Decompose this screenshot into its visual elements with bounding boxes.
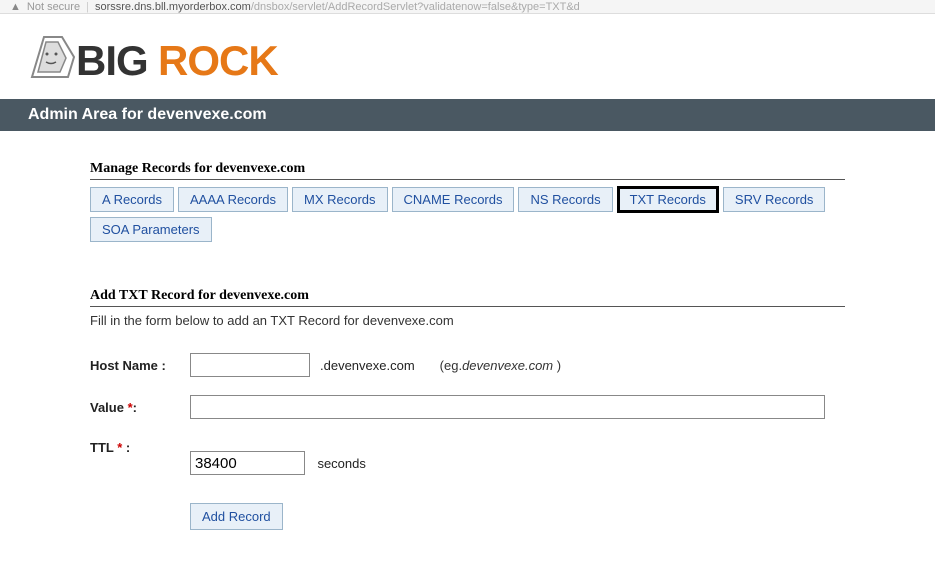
logo-area: BIG ROCK: [0, 14, 935, 99]
value-input[interactable]: [190, 395, 825, 419]
bigrock-logo: BIG ROCK: [14, 22, 314, 92]
hostname-suffix: .devenvexe.com: [320, 358, 415, 373]
submit-row: Add Record: [190, 503, 845, 530]
tab-a-records[interactable]: A Records: [90, 187, 174, 212]
warning-icon: ▲: [10, 1, 21, 13]
tab-soa-parameters[interactable]: SOA Parameters: [90, 217, 212, 242]
hostname-example: (eg.devenvexe.com ): [440, 358, 561, 373]
form-instruction: Fill in the form below to add an TXT Rec…: [90, 313, 845, 328]
tab-srv-records[interactable]: SRV Records: [723, 187, 826, 212]
value-row: Value *:: [90, 395, 845, 419]
tab-mx-records[interactable]: MX Records: [292, 187, 388, 212]
url-host: sorssre.dns.bll.myorderbox.com: [95, 1, 251, 13]
ttl-unit: seconds: [317, 456, 365, 471]
ttl-label: TTL * :: [90, 437, 190, 455]
add-record-button[interactable]: Add Record: [190, 503, 283, 530]
svg-text:BIG: BIG: [76, 37, 148, 84]
ttl-input[interactable]: [190, 451, 305, 475]
tab-aaaa-records[interactable]: AAAA Records: [178, 187, 288, 212]
value-label: Value *:: [90, 400, 190, 415]
tab-txt-records[interactable]: TXT Records: [617, 186, 719, 213]
record-type-tabs: A RecordsAAAA RecordsMX RecordsCNAME Rec…: [90, 186, 845, 246]
page-title-bar: Admin Area for devenvexe.com: [0, 99, 935, 131]
ttl-row: TTL * : seconds: [90, 437, 845, 475]
tab-cname-records[interactable]: CNAME Records: [392, 187, 515, 212]
page-title: Admin Area for devenvexe.com: [28, 106, 267, 123]
hostname-label: Host Name :: [90, 358, 190, 373]
url-bar: ▲ Not secure | sorssre.dns.bll.myorderbo…: [0, 0, 935, 14]
hostname-input[interactable]: [190, 353, 310, 377]
tab-ns-records[interactable]: NS Records: [518, 187, 612, 212]
svg-text:ROCK: ROCK: [158, 37, 278, 84]
hostname-row: Host Name : .devenvexe.com (eg.devenvexe…: [90, 353, 845, 377]
security-label: Not secure: [27, 1, 80, 13]
manage-records-header: Manage Records for devenvexe.com: [90, 161, 845, 180]
add-record-header: Add TXT Record for devenvexe.com: [90, 288, 845, 307]
url-path: /dnsbox/servlet/AddRecordServlet?validat…: [251, 1, 580, 13]
